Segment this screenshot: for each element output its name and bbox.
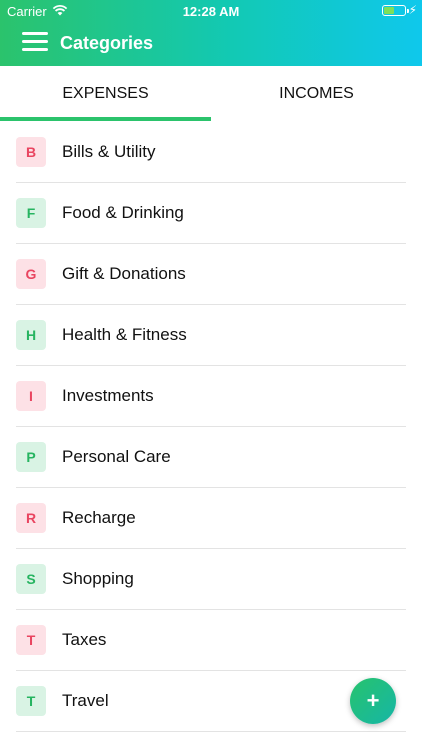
category-row-personal-care[interactable]: P Personal Care: [0, 427, 422, 488]
category-row-investments[interactable]: I Investments: [0, 366, 422, 427]
divider: [16, 731, 406, 732]
tab-expenses[interactable]: EXPENSES: [0, 66, 211, 122]
category-letter-badge: F: [16, 198, 46, 228]
category-letter-badge: P: [16, 442, 46, 472]
category-letter-badge: R: [16, 503, 46, 533]
battery-icon: [382, 5, 409, 16]
category-letter-badge: T: [16, 686, 46, 716]
category-letter-badge: I: [16, 381, 46, 411]
category-row-recharge[interactable]: R Recharge: [0, 488, 422, 549]
category-label: Investments: [62, 386, 154, 405]
category-row-food-drinking[interactable]: F Food & Drinking: [0, 183, 422, 244]
category-letter-badge: G: [16, 259, 46, 289]
category-letter-badge: H: [16, 320, 46, 350]
category-label: Food & Drinking: [62, 203, 184, 222]
add-icon: +: [366, 688, 380, 713]
category-letter-badge: T: [16, 625, 46, 655]
category-label: Recharge: [62, 508, 136, 527]
active-tab-indicator: [0, 117, 211, 121]
page-title: Categories: [60, 33, 154, 53]
category-row-health-fitness[interactable]: H Health & Fitness: [0, 305, 422, 366]
category-letter-badge: S: [16, 564, 46, 594]
category-row-taxes[interactable]: T Taxes: [0, 610, 422, 671]
category-letter-badge: B: [16, 137, 46, 167]
category-label: Health & Fitness: [62, 325, 187, 344]
category-label: Travel: [62, 691, 109, 710]
category-list: B Bills & Utility F Food & Drinking G Gi…: [0, 122, 422, 732]
category-row-gift-donations[interactable]: G Gift & Donations: [0, 244, 422, 305]
category-label: Taxes: [62, 630, 107, 649]
status-time: 12:28 AM: [182, 4, 240, 19]
app-header: Carrier 12:28 AM ⚡ Categories: [0, 0, 422, 66]
category-label: Personal Care: [62, 447, 171, 466]
category-label: Gift & Donations: [62, 264, 186, 283]
category-row-bills-utility[interactable]: B Bills & Utility: [0, 122, 422, 183]
tab-bar: EXPENSES INCOMES: [0, 66, 422, 122]
category-label: Bills & Utility: [62, 142, 156, 161]
category-row-shopping[interactable]: S Shopping: [0, 549, 422, 610]
tab-incomes[interactable]: INCOMES: [211, 66, 422, 122]
add-category-button[interactable]: +: [350, 678, 396, 724]
hamburger-menu-icon[interactable]: [22, 32, 48, 52]
category-label: Shopping: [62, 569, 134, 588]
charging-bolt-icon: ⚡: [408, 3, 417, 17]
status-bar: Carrier 12:28 AM ⚡: [0, 0, 422, 22]
